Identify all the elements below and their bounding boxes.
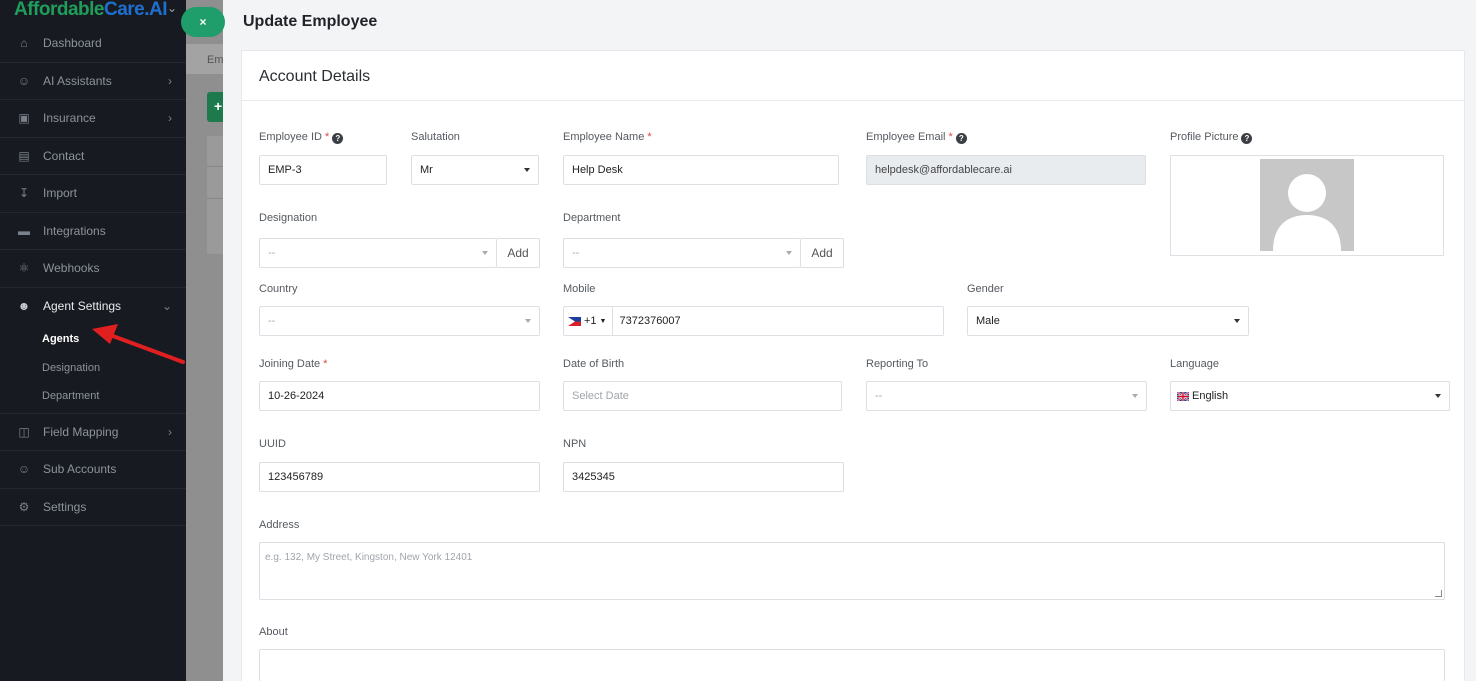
caret-down-icon [482,251,488,255]
contact-icon: ▤ [18,148,30,163]
designation-select[interactable]: -- [259,238,497,268]
caret-down-icon [1435,394,1441,398]
sidebar-item-contact[interactable]: ▤ Contact [0,138,186,175]
background-tab: Em [186,44,224,74]
resize-handle-icon[interactable] [1435,590,1442,597]
logo-row: AffordableCare.AI ⌄ [0,0,186,25]
close-button[interactable]: × [181,7,225,37]
uuid-label: UUID [259,438,286,450]
reporting-to-select[interactable]: -- [866,381,1147,411]
employee-id-label: Employee ID *? [259,131,344,144]
sidebar-item-ai-assistants[interactable]: ☺ AI Assistants › [0,63,186,100]
gear-icon: ⚙ [18,499,30,514]
about-label: About [259,626,288,638]
uuid-input[interactable]: 123456789 [259,462,540,492]
sidebar-item-sub-accounts[interactable]: ☺ Sub Accounts [0,451,186,489]
plug-icon: ▬ [18,223,30,238]
mobile-label: Mobile [563,283,596,295]
required-marker: * [948,131,953,143]
sidebar-item-integrations[interactable]: ▬ Integrations [0,213,186,250]
address-label: Address [259,519,300,531]
date-of-birth-label: Date of Birth [563,358,625,370]
employee-name-label: Employee Name * [563,131,652,143]
sidebar-item-field-mapping[interactable]: ◫ Field Mapping › [0,414,186,451]
home-icon: ⌂ [20,36,28,51]
update-employee-panel: Update Employee Account Details Employee… [223,0,1476,681]
department-select[interactable]: -- [563,238,801,268]
webhook-icon: ⚛ [18,261,30,276]
chevron-right-icon: › [168,424,172,439]
required-marker: * [323,358,328,370]
mobile-input-group: +1 ▼ 7372376007 [563,306,944,336]
help-icon[interactable]: ? [332,133,344,144]
sidebar-item-insurance[interactable]: ▣ Insurance › [0,100,186,138]
download-icon: ↧ [18,186,30,201]
sidebar-subitem-department[interactable]: Department [0,382,186,411]
gender-label: Gender [967,283,1004,295]
npn-label: NPN [563,438,587,450]
page-title: Update Employee [243,13,378,30]
npn-input[interactable]: 3425345 [563,462,844,492]
caret-down-icon [786,251,792,255]
background-table [207,136,223,254]
joining-date-input[interactable]: 10-26-2024 [259,381,540,411]
avatar [1260,159,1354,251]
employee-name-input[interactable]: Help Desk [563,155,839,185]
sidebar-item-webhooks[interactable]: ⚛ Webhooks [0,250,186,288]
id-card-icon: ▣ [18,111,30,126]
card-title: Account Details [242,51,1464,101]
employee-id-input[interactable]: EMP-3 [259,155,387,185]
date-of-birth-input[interactable]: Select Date [563,381,842,411]
add-department-button[interactable]: Add [801,238,844,268]
user-icon: ☺ [17,73,31,88]
caret-down-icon [1132,394,1138,398]
employee-email-input[interactable]: helpdesk@affordablecare.ai [866,155,1146,185]
department-label: Department [563,212,621,224]
joining-date-label: Joining Date * [259,358,328,370]
account-details-card: Account Details Employee ID *? EMP-3 Salu… [241,50,1465,681]
uk-flag-icon [1176,390,1190,402]
help-icon[interactable]: ? [955,133,967,144]
gender-select[interactable]: Male [967,306,1249,336]
sidebar-item-import[interactable]: ↧ Import [0,175,186,213]
country-code-select[interactable]: +1 ▼ [564,307,614,335]
sidebar-item-settings[interactable]: ⚙ Settings [0,489,186,526]
language-select[interactable]: English [1170,381,1450,411]
mobile-number-input[interactable]: 7372376007 [613,315,680,327]
chevron-right-icon: › [168,73,172,88]
profile-picture-label: Profile Picture? [1170,131,1253,144]
add-designation-button[interactable]: Add [497,238,540,268]
address-textarea[interactable]: e.g. 132, My Street, Kingston, New York … [259,542,1445,600]
profile-picture-upload[interactable] [1170,155,1444,256]
chevron-right-icon: › [168,111,172,126]
caret-down-icon [525,319,531,323]
background-add-button: + [207,92,223,122]
chevron-down-icon[interactable]: ⌄ [167,1,177,15]
reporting-to-label: Reporting To [866,358,929,370]
caret-down-icon [524,168,530,172]
designation-label: Designation [259,212,318,224]
sidebar-item-dashboard[interactable]: ⌂ Dashboard [0,25,186,63]
users-icon: ☻ [17,299,31,314]
language-label: Language [1170,358,1219,370]
user-icon: ☺ [17,462,31,477]
chevron-down-icon: ⌄ [161,299,172,314]
salutation-label: Salutation [411,131,460,143]
country-label: Country [259,283,298,295]
required-marker: * [324,131,330,143]
database-icon: ◫ [18,424,30,439]
annotation-arrow-icon [92,324,185,364]
help-icon[interactable]: ? [1241,133,1253,144]
country-select[interactable]: -- [259,306,540,336]
avatar-placeholder-icon [1273,174,1341,251]
caret-down-icon: ▼ [599,317,607,325]
required-marker: * [647,131,652,143]
caret-down-icon [1234,319,1240,323]
about-editor[interactable] [259,649,1445,681]
salutation-select[interactable]: Mr [411,155,539,185]
employee-email-label: Employee Email *? [866,131,967,144]
brand-logo[interactable]: AffordableCare.AI [14,0,168,21]
philippines-flag-icon [568,316,581,326]
